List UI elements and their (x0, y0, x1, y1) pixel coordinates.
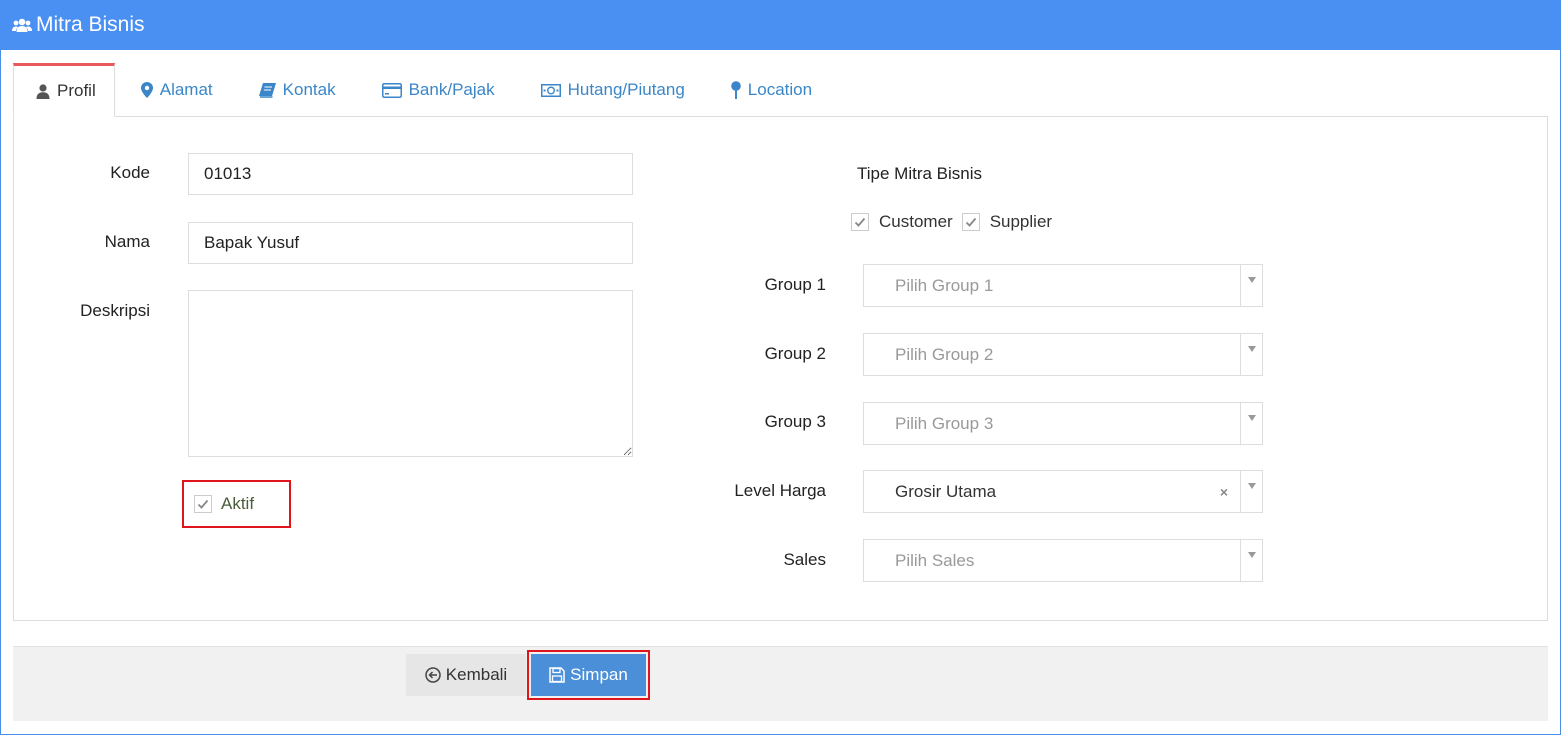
chevron-down-icon[interactable] (1240, 471, 1262, 512)
page-title: Mitra Bisnis (36, 13, 145, 36)
tab-label: Hutang/Piutang (567, 80, 685, 99)
clear-icon[interactable]: × (1220, 484, 1228, 500)
tab-bar: Profil Alamat Kontak Bank/Pajak Hutang/P… (13, 63, 838, 117)
title-bar: Mitra Bisnis (0, 0, 1561, 50)
deskripsi-textarea[interactable] (188, 290, 633, 457)
tab-bank-pajak[interactable]: Bank/Pajak (362, 63, 515, 117)
tab-label: Alamat (159, 80, 213, 99)
level-harga-select[interactable]: Grosir Utama × (863, 470, 1263, 513)
form-footer (13, 646, 1548, 721)
nama-label: Nama (104, 232, 150, 251)
customer-label: Customer (879, 212, 953, 231)
group1-placeholder: Pilih Group 1 (895, 275, 994, 295)
arrow-left-circle-icon (425, 667, 441, 683)
sales-placeholder: Pilih Sales (895, 550, 975, 570)
book-icon (258, 82, 276, 98)
tipe-mitra-options: Customer Supplier (851, 212, 1052, 232)
tab-kontak[interactable]: Kontak (239, 63, 356, 117)
tab-alamat[interactable]: Alamat (121, 63, 233, 117)
group2-label: Group 2 (764, 344, 826, 363)
customer-checkbox[interactable] (851, 213, 869, 231)
tab-hutang-piutang[interactable]: Hutang/Piutang (521, 63, 705, 117)
kode-field[interactable]: 01013 (188, 153, 633, 195)
group3-select[interactable]: Pilih Group 3 (863, 402, 1263, 445)
user-icon (36, 83, 50, 99)
money-icon (540, 83, 561, 97)
supplier-checkbox[interactable] (961, 213, 980, 231)
group2-select[interactable]: Pilih Group 2 (863, 333, 1263, 376)
deskripsi-label: Deskripsi (80, 301, 150, 320)
level-harga-label: Level Harga (734, 481, 826, 500)
tab-label: Bank/Pajak (408, 80, 495, 99)
tipe-mitra-label: Tipe Mitra Bisnis (857, 164, 983, 183)
simpan-highlight (527, 650, 650, 700)
tab-label: Kontak (282, 80, 336, 99)
tab-location[interactable]: Location (711, 63, 832, 117)
kembali-label: Kembali (445, 665, 508, 684)
sales-select[interactable]: Pilih Sales (863, 539, 1263, 582)
group3-placeholder: Pilih Group 3 (895, 413, 994, 433)
chevron-down-icon[interactable] (1240, 403, 1262, 444)
group3-label: Group 3 (764, 412, 826, 431)
pin-icon (730, 81, 741, 99)
nama-field[interactable]: Bapak Yusuf (188, 222, 633, 264)
chevron-down-icon[interactable] (1240, 540, 1262, 581)
aktif-highlight (182, 480, 291, 528)
tab-label: Profil (57, 81, 96, 100)
credit-card-icon (381, 82, 402, 98)
kode-label: Kode (110, 163, 150, 182)
sales-label: Sales (783, 550, 826, 569)
tab-profil[interactable]: Profil (13, 63, 115, 117)
chevron-down-icon[interactable] (1240, 334, 1262, 375)
chevron-down-icon[interactable] (1240, 265, 1262, 306)
group2-placeholder: Pilih Group 2 (895, 344, 994, 364)
level-harga-value: Grosir Utama (895, 481, 997, 501)
group1-select[interactable]: Pilih Group 1 (863, 264, 1263, 307)
group1-label: Group 1 (764, 275, 826, 294)
tab-label: Location (747, 80, 813, 99)
kembali-button[interactable]: Kembali (406, 654, 526, 696)
map-marker-icon (140, 82, 153, 98)
supplier-label: Supplier (989, 212, 1053, 231)
users-icon (12, 17, 32, 33)
